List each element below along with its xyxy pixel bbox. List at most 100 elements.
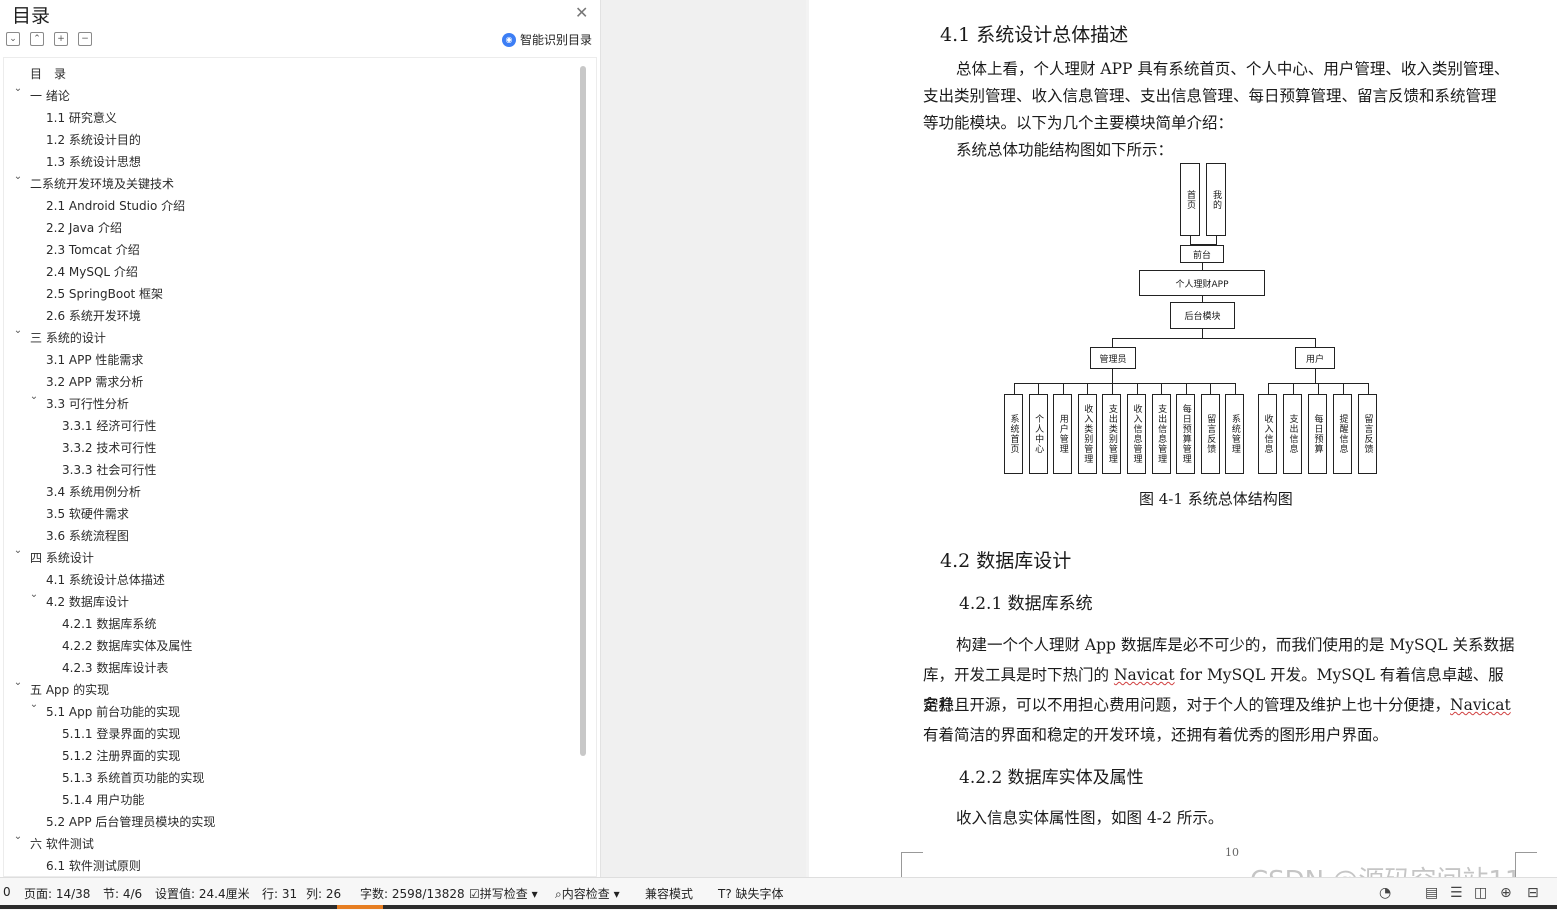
diagram-node: 管理员 bbox=[1090, 347, 1136, 369]
connector-line bbox=[1317, 383, 1319, 394]
toc-item[interactable]: 4.2.2 数据库实体及属性 bbox=[62, 636, 192, 656]
spellcheck-word[interactable]: Navicat bbox=[1450, 696, 1511, 714]
toc-item[interactable]: 3.3.2 技术可行性 bbox=[62, 438, 156, 458]
missing-font-button[interactable]: T? 缺失字体 bbox=[718, 885, 784, 902]
status-words[interactable]: 字数: 2598/13828 bbox=[360, 885, 465, 902]
status-row[interactable]: 行: 31 bbox=[262, 885, 297, 902]
toc-list: 目 录 ⌄ 一 绪论 1.1 研究意义 1.2 系统设计目的 1.3 系统设计思想 ⌄ 二系统… bbox=[3, 57, 597, 877]
spell-check-button[interactable]: ☑拼写检查 ▾ bbox=[469, 885, 538, 902]
zoom-icon[interactable]: ⊟ bbox=[1527, 885, 1539, 901]
content-check-icon: ⌕ bbox=[555, 887, 562, 901]
status-setting[interactable]: 设置值: 24.4厘米 bbox=[155, 885, 250, 902]
diagram-module: 系统管理 bbox=[1225, 394, 1245, 474]
paragraph-line: 构建一个个人理财 App 数据库是必不可少的，而我们使用的是 MySQL 关系数… bbox=[956, 636, 1515, 654]
diagram-module: 提醒信息 bbox=[1333, 394, 1352, 474]
toc-item[interactable]: 5.1.1 登录界面的实现 bbox=[62, 724, 180, 744]
close-icon[interactable]: ✕ bbox=[575, 3, 588, 22]
expand-all-icon[interactable]: ⌄ bbox=[6, 32, 20, 46]
toc-item[interactable]: 4.1 系统设计总体描述 bbox=[46, 570, 165, 590]
diagram-node: 首页 bbox=[1180, 163, 1200, 236]
toc-panel: 目录 ✕ ⌄ ⌃ + − ◉ 智能识别目录 目 录 ⌄ 一 绪论 1.1 研究意义 1.… bbox=[0, 0, 601, 877]
toc-item[interactable]: 三 系统的设计 bbox=[30, 328, 106, 348]
toc-item[interactable]: 3.6 系统流程图 bbox=[46, 526, 129, 546]
paragraph-line: 收入信息实体属性图，如图 4-2 所示。 bbox=[956, 809, 1224, 827]
connector-line bbox=[1234, 383, 1236, 394]
status-col[interactable]: 列: 26 bbox=[306, 885, 341, 902]
diagram-module: 每日预算 bbox=[1308, 394, 1327, 474]
toc-item[interactable]: 4.2 数据库设计 bbox=[46, 592, 129, 612]
toc-item[interactable]: 3.3.1 经济可行性 bbox=[62, 416, 156, 436]
toc-item[interactable]: 3.3 可行性分析 bbox=[46, 394, 129, 414]
margin-mark bbox=[901, 852, 923, 853]
toc-item[interactable]: 3.1 APP 性能需求 bbox=[46, 350, 143, 370]
content-check-button[interactable]: ⌕内容检查 ▾ bbox=[555, 885, 620, 902]
add-heading-icon[interactable]: + bbox=[54, 32, 68, 46]
font-warning-icon: T? bbox=[718, 887, 732, 901]
toc-item[interactable]: 2.2 Java 介绍 bbox=[46, 218, 122, 238]
toc-item[interactable]: 2.1 Android Studio 介绍 bbox=[46, 196, 185, 216]
toc-scrollbar[interactable] bbox=[580, 66, 586, 756]
compat-mode[interactable]: 兼容模式 bbox=[645, 885, 693, 902]
collapse-all-icon[interactable]: ⌃ bbox=[30, 32, 44, 46]
chevron-down-icon[interactable]: ⌄ bbox=[12, 171, 24, 182]
toc-item[interactable]: 1.2 系统设计目的 bbox=[46, 130, 141, 150]
chevron-down-icon: ▾ bbox=[531, 887, 538, 901]
toc-item[interactable]: 5.2 APP 后台管理员模块的实现 bbox=[46, 812, 215, 832]
toc-item[interactable]: 5.1.2 注册界面的实现 bbox=[62, 746, 180, 766]
status-section[interactable]: 节: 4/6 bbox=[103, 885, 142, 902]
chevron-down-icon[interactable]: ⌄ bbox=[12, 545, 24, 556]
remove-heading-icon[interactable]: − bbox=[78, 32, 92, 46]
chevron-down-icon[interactable]: ⌄ bbox=[12, 831, 24, 842]
toc-item[interactable]: 1.3 系统设计思想 bbox=[46, 152, 141, 172]
toc-item[interactable]: 3.4 系统用例分析 bbox=[46, 482, 141, 502]
toc-item[interactable]: 5.1.3 系统首页功能的实现 bbox=[62, 768, 204, 788]
smart-toc-button[interactable]: ◉ 智能识别目录 bbox=[502, 31, 592, 48]
diagram-module: 收入信息管理 bbox=[1127, 394, 1146, 474]
toc-item[interactable]: 2.5 SpringBoot 框架 bbox=[46, 284, 163, 304]
chevron-down-icon[interactable]: ⌄ bbox=[28, 589, 40, 600]
status-col0: 0 bbox=[3, 885, 11, 899]
document-page[interactable]: 4.1 系统设计总体描述 总体上看，个人理财 APP 具有系统首页、个人中心、用… bbox=[809, 0, 1557, 877]
read-view-icon[interactable]: ◫ bbox=[1474, 885, 1487, 901]
eye-protection-icon[interactable]: ◔ bbox=[1379, 885, 1391, 901]
spellcheck-word[interactable]: Navicat bbox=[1114, 666, 1175, 684]
toc-item[interactable]: 3.5 软硬件需求 bbox=[46, 504, 129, 524]
toc-item[interactable]: 2.3 Tomcat 介绍 bbox=[46, 240, 140, 260]
web-view-icon[interactable]: ⊕ bbox=[1500, 885, 1512, 901]
toc-item[interactable]: 3.2 APP 需求分析 bbox=[46, 372, 143, 392]
chevron-down-icon[interactable]: ⌄ bbox=[12, 83, 24, 94]
toc-item[interactable]: 6.1 软件测试原则 bbox=[46, 856, 141, 876]
heading-4-2-1: 4.2.1 数据库系统 bbox=[959, 594, 1093, 614]
toc-item[interactable]: 1.1 研究意义 bbox=[46, 108, 117, 128]
toc-item[interactable]: 一 绪论 bbox=[30, 86, 70, 106]
chevron-down-icon[interactable]: ⌄ bbox=[28, 391, 40, 402]
diagram-module: 留言反馈 bbox=[1358, 394, 1377, 474]
connector-line bbox=[1342, 383, 1344, 394]
diagram-module: 收入类别管理 bbox=[1077, 394, 1097, 474]
chevron-down-icon[interactable]: ⌄ bbox=[28, 699, 40, 710]
toc-item[interactable]: 四 系统设计 bbox=[30, 548, 94, 568]
connector-line bbox=[1062, 383, 1064, 394]
toc-item[interactable]: 3.3.3 社会可行性 bbox=[62, 460, 156, 480]
status-page[interactable]: 页面: 14/38 bbox=[24, 885, 90, 902]
toc-item[interactable]: 六 软件测试 bbox=[30, 834, 94, 854]
toc-item[interactable]: 5.1.4 用户功能 bbox=[62, 790, 144, 810]
outline-view-icon[interactable]: ☰ bbox=[1450, 885, 1463, 901]
toc-item[interactable]: 2.6 系统开发环境 bbox=[46, 306, 141, 326]
diagram-module: 每日预算管理 bbox=[1176, 394, 1196, 474]
connector-line bbox=[1013, 383, 1236, 384]
connector-line bbox=[1087, 383, 1089, 394]
toc-item[interactable]: 2.4 MySQL 介绍 bbox=[46, 262, 138, 282]
toc-item[interactable]: 4.2.1 数据库系统 bbox=[62, 614, 156, 634]
toc-item[interactable]: 4.2.3 数据库设计表 bbox=[62, 658, 168, 678]
toc-title: 目录 bbox=[12, 5, 51, 27]
toc-item[interactable]: 5.1 App 前台功能的实现 bbox=[46, 702, 180, 722]
toc-item[interactable]: 二系统开发环境及关键技术 bbox=[30, 174, 174, 194]
chevron-down-icon[interactable]: ⌄ bbox=[12, 325, 24, 336]
chevron-down-icon: ▾ bbox=[613, 887, 620, 901]
chevron-down-icon[interactable]: ⌄ bbox=[12, 677, 24, 688]
page-view-icon[interactable]: ▤ bbox=[1425, 885, 1438, 901]
toc-item[interactable]: 目 录 bbox=[30, 64, 66, 84]
connector-line bbox=[1111, 383, 1113, 394]
toc-item[interactable]: 五 App 的实现 bbox=[30, 680, 109, 700]
